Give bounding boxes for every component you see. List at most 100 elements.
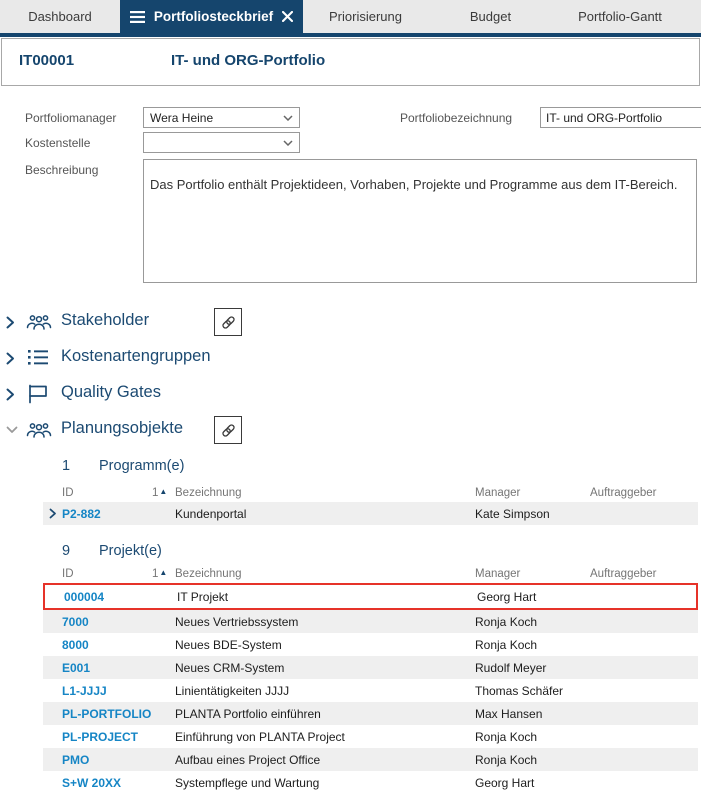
row-id-link[interactable]: P2-882 (62, 507, 152, 521)
row-id-link[interactable]: PMO (62, 753, 152, 767)
portfoliomanager-value: Wera Heine (150, 111, 279, 125)
list-icon (26, 347, 52, 369)
col-auftraggeber[interactable]: Auftraggeber (590, 487, 698, 499)
row-bezeichnung: IT Projekt (177, 590, 477, 604)
section-quality-gates[interactable]: Quality Gates (0, 380, 701, 408)
row-manager: Georg Hart (477, 590, 592, 604)
col-id[interactable]: ID (62, 487, 152, 499)
tabbar-underline (0, 33, 701, 37)
sort-asc-icon: ▲ (159, 569, 167, 577)
row-bezeichnung: Neues BDE-System (175, 638, 475, 652)
projekte-table-header: ID 1▲ Bezeichnung Manager Auftraggeber (43, 565, 698, 582)
section-label: Stakeholder (61, 311, 149, 330)
row-expand-icon[interactable] (43, 508, 62, 519)
portfoliobezeichnung-input[interactable] (540, 107, 701, 128)
row-id-link[interactable]: 8000 (62, 638, 152, 652)
table-row[interactable]: 000004 IT ProjektGeorg Hart (43, 583, 698, 610)
chevron-down-icon[interactable] (6, 426, 15, 439)
kostenstelle-select[interactable] (143, 132, 300, 153)
section-label: Quality Gates (61, 383, 161, 402)
row-id-link[interactable]: 7000 (62, 615, 152, 629)
table-row[interactable]: PMO Aufbau eines Project OfficeRonja Koch (43, 748, 698, 771)
chevron-right-icon[interactable] (6, 388, 15, 401)
row-id-link[interactable]: S+W 20XX (62, 776, 152, 790)
beschreibung-textarea[interactable]: Das Portfolio enthält Projektideen, Vorh… (143, 159, 697, 283)
row-manager: Ronja Koch (475, 753, 590, 767)
chevron-down-icon (283, 140, 293, 146)
row-bezeichnung: PLANTA Portfolio einführen (175, 707, 475, 721)
programme-title: Programm(e) (99, 458, 184, 474)
table-row[interactable]: E001 Neues CRM-SystemRudolf Meyer (43, 656, 698, 679)
row-manager: Ronja Koch (475, 638, 590, 652)
table-row[interactable]: P2-882 KundenportalKate Simpson (43, 502, 698, 525)
portfolio-id-card: IT00001 IT- und ORG-Portfolio (1, 38, 700, 86)
portfoliomanager-select[interactable]: Wera Heine (143, 107, 300, 128)
chevron-right-icon[interactable] (6, 352, 15, 365)
chevron-right-icon[interactable] (6, 316, 15, 329)
programme-count: 1 (62, 458, 70, 474)
chevron-down-icon (283, 115, 293, 121)
link-button[interactable] (214, 308, 242, 336)
menu-icon[interactable] (130, 11, 145, 23)
section-stakeholder[interactable]: Stakeholder (0, 308, 701, 336)
col-id[interactable]: ID (62, 568, 152, 580)
projekte-table: ID 1▲ Bezeichnung Manager Auftraggeber 0… (43, 565, 698, 794)
table-row[interactable]: L1-JJJJ Linientätigkeiten JJJJThomas Schä… (43, 679, 698, 702)
people-icon (26, 419, 52, 441)
row-manager: Rudolf Meyer (475, 661, 590, 675)
table-row[interactable]: 7000 Neues VertriebssystemRonja Koch (43, 610, 698, 633)
sort-indicator[interactable]: 1▲ (152, 568, 175, 580)
portfolio-title: IT- und ORG-Portfolio (171, 52, 325, 69)
row-bezeichnung: Systempflege und Wartung (175, 776, 475, 790)
programme-table: ID 1▲ Bezeichnung Manager Auftraggeber P… (43, 484, 698, 525)
portfoliomanager-label: Portfoliomanager (25, 111, 116, 125)
tab-portfoliosteckbrief[interactable]: Portfoliosteckbrief (120, 0, 303, 33)
flag-icon (26, 383, 52, 405)
col-bezeichnung[interactable]: Bezeichnung (175, 568, 475, 580)
row-id-link[interactable]: 000004 (64, 590, 154, 604)
projekte-count: 9 (62, 543, 70, 559)
close-icon[interactable] (282, 11, 293, 22)
row-id-link[interactable]: PL-PORTFOLIO (62, 707, 152, 721)
tab-portfolio-gantt[interactable]: Portfolio-Gantt (545, 0, 695, 33)
table-row[interactable]: PL-PROJECT Einführung von PLANTA ProjectR… (43, 725, 698, 748)
tab-budget[interactable]: Budget (428, 0, 553, 33)
row-bezeichnung: Kundenportal (175, 507, 475, 521)
tab-bar: Dashboard Portfoliosteckbrief Priorisier… (0, 0, 701, 33)
table-row[interactable]: S+W 20XX Systempflege und WartungGeorg Ha… (43, 771, 698, 794)
row-id-link[interactable]: E001 (62, 661, 152, 675)
sort-indicator[interactable]: 1▲ (152, 487, 175, 499)
row-id-link[interactable]: L1-JJJJ (62, 684, 152, 698)
col-manager[interactable]: Manager (475, 487, 590, 499)
row-manager: Ronja Koch (475, 615, 590, 629)
table-row[interactable]: 8000 Neues BDE-SystemRonja Koch (43, 633, 698, 656)
people-icon (26, 311, 52, 333)
tab-priorisierung[interactable]: Priorisierung (303, 0, 428, 33)
portfoliobezeichnung-label: Portfoliobezeichnung (400, 111, 512, 125)
row-bezeichnung: Neues CRM-System (175, 661, 475, 675)
sort-asc-icon: ▲ (159, 488, 167, 496)
section-planungsobjekte[interactable]: Planungsobjekte (0, 416, 701, 444)
row-manager: Ronja Koch (475, 730, 590, 744)
table-row[interactable]: PL-PORTFOLIOPLANTA Portfolio einführenMa… (43, 702, 698, 725)
row-manager: Georg Hart (475, 776, 590, 790)
programme-table-header: ID 1▲ Bezeichnung Manager Auftraggeber (43, 484, 698, 501)
row-bezeichnung: Einführung von PLANTA Project (175, 730, 475, 744)
section-kostenartengruppen[interactable]: Kostenartengruppen (0, 344, 701, 372)
link-button[interactable] (214, 416, 242, 444)
row-manager: Kate Simpson (475, 507, 590, 521)
col-manager[interactable]: Manager (475, 568, 590, 580)
tab-dashboard[interactable]: Dashboard (0, 0, 120, 33)
row-bezeichnung: Aufbau eines Project Office (175, 753, 475, 767)
col-bezeichnung[interactable]: Bezeichnung (175, 487, 475, 499)
portfolio-id: IT00001 (19, 52, 74, 69)
row-bezeichnung: Linientätigkeiten JJJJ (175, 684, 475, 698)
beschreibung-label: Beschreibung (25, 163, 98, 177)
row-id-link[interactable]: PL-PROJECT (62, 730, 152, 744)
projekte-title: Projekt(e) (99, 543, 162, 559)
row-bezeichnung: Neues Vertriebssystem (175, 615, 475, 629)
row-manager: Thomas Schäfer (475, 684, 590, 698)
kostenstelle-label: Kostenstelle (25, 136, 90, 150)
col-auftraggeber[interactable]: Auftraggeber (590, 568, 698, 580)
tab-label: Portfoliosteckbrief (154, 9, 273, 24)
